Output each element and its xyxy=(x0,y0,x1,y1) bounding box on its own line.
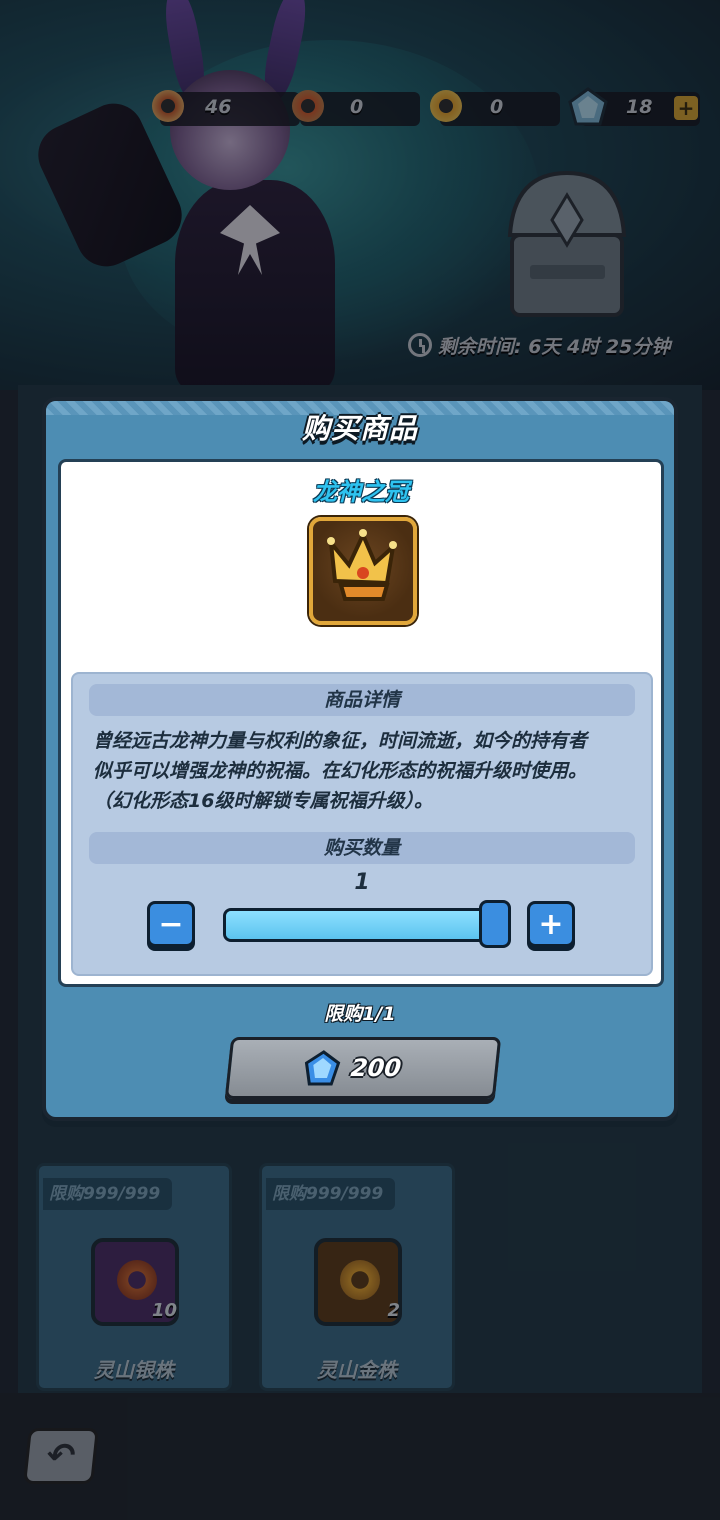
quantity-header: 购买数量 xyxy=(89,832,635,864)
description-line: 似乎可以增强龙神的祝福。在幻化形态的祝福升级时使用。 xyxy=(93,760,588,782)
item-description: 曾经远古龙神力量与权利的象征，时间流逝，如今的持有者 似乎可以增强龙神的祝福。在… xyxy=(93,726,635,816)
item-info-panel: 商品详情 曾经远古龙神力量与权利的象征，时间流逝，如今的持有者 似乎可以增强龙神… xyxy=(71,672,653,976)
dialog-title: 购买商品 xyxy=(301,412,418,445)
quantity-slider[interactable] xyxy=(223,908,511,942)
item-name: 龙神之冠 xyxy=(313,478,409,506)
increase-quantity-button[interactable]: + xyxy=(527,901,575,947)
details-header: 商品详情 xyxy=(89,684,635,716)
crown-item-icon xyxy=(309,517,417,625)
item-card: 龙神之冠 商品详情 曾经远古龙神力量与权利的象征，时间流逝，如今的持有者 似乎可… xyxy=(58,459,664,987)
buy-button[interactable]: 200 xyxy=(224,1037,502,1099)
quantity-value: 1 xyxy=(354,870,370,895)
quantity-slider-fill xyxy=(226,911,508,939)
purchase-limit: 限购1/1 xyxy=(324,1003,396,1025)
crown-icon xyxy=(327,529,397,601)
price-label: 200 xyxy=(349,1054,403,1082)
description-line: （幻化形态16级时解锁专属祝福升级）。 xyxy=(93,790,433,812)
decrease-quantity-button[interactable]: − xyxy=(147,901,195,947)
quantity-slider-handle[interactable] xyxy=(479,900,511,948)
diamond-icon xyxy=(304,1050,341,1086)
description-line: 曾经远古龙神力量与权利的象征，时间流逝，如今的持有者 xyxy=(93,730,588,752)
purchase-dialog: 购买商品 龙神之冠 商品详情 曾经远古龙神力量与权利的象征，时间流逝，如今的持有… xyxy=(42,397,678,1121)
